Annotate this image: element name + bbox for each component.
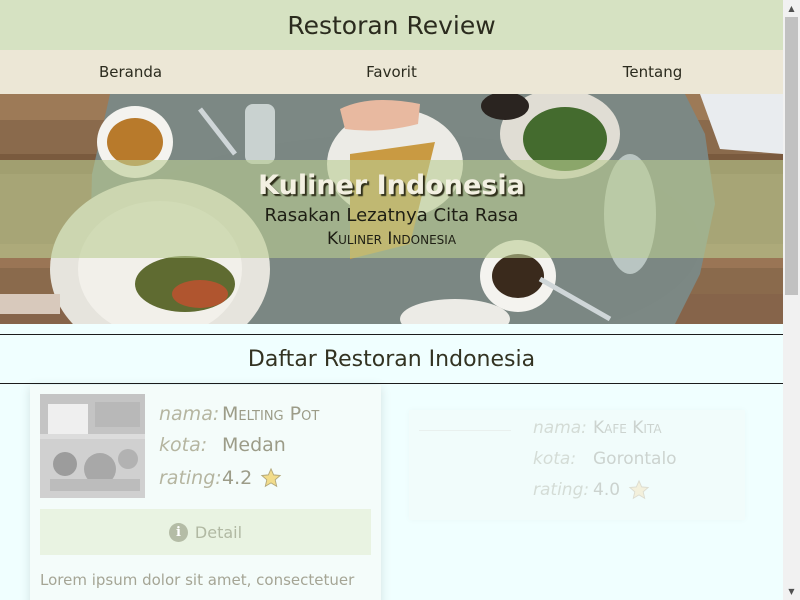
page: Restoran Review Beranda Favorit Tentang xyxy=(0,0,783,600)
detail-button[interactable]: i Detail xyxy=(40,509,371,555)
hero-subtitle: Rasakan Lezatnya Cita Rasa xyxy=(264,204,519,226)
restaurant-card: nama: Kafe Kita kota: Gorontalo rating: … xyxy=(409,410,745,520)
app-title: Restoran Review xyxy=(287,10,496,40)
restaurant-rating-row: rating: 4.2 xyxy=(159,464,282,492)
info-icon: i xyxy=(168,522,188,542)
star-icon xyxy=(260,467,282,488)
restaurant-rating: 4.0 xyxy=(593,480,621,500)
restaurant-city-row: kota: Gorontalo xyxy=(533,447,677,471)
nav-link-beranda[interactable]: Beranda xyxy=(0,50,261,94)
nav-link-tentang[interactable]: Tentang xyxy=(522,50,783,94)
vertical-scrollbar[interactable]: ▲ ▼ xyxy=(783,0,800,600)
hero-caption: Kuliner Indonesia Rasakan Lezatnya Cita … xyxy=(0,160,783,258)
restaurant-name: Melting Pot xyxy=(222,403,320,425)
restaurant-city-row: kota: Medan xyxy=(159,432,286,458)
name-label: nama: xyxy=(159,403,220,425)
rating-label: rating: xyxy=(533,480,590,500)
rating-label: rating: xyxy=(159,467,222,489)
restaurant-city: Gorontalo xyxy=(593,449,677,469)
hero-title: Kuliner Indonesia xyxy=(258,169,525,201)
detail-button-label: Detail xyxy=(194,522,243,542)
restaurant-city: Medan xyxy=(222,434,286,456)
restaurant-thumbnail xyxy=(419,430,511,431)
restaurant-name-row: nama: Melting Pot xyxy=(159,401,319,427)
restaurant-thumbnail xyxy=(40,394,145,498)
name-label: nama: xyxy=(533,418,587,438)
restaurant-name-row: nama: Kafe Kita xyxy=(533,416,662,440)
arrow-down-icon[interactable]: ▼ xyxy=(783,583,800,600)
restaurant-rating: 4.2 xyxy=(222,467,253,489)
restaurant-description: Lorem ipsum dolor sit amet, consectetuer xyxy=(40,571,355,589)
city-label: kota: xyxy=(533,449,577,469)
hero-banner: Kuliner Indonesia Rasakan Lezatnya Cita … xyxy=(0,94,783,324)
restaurant-card: nama: Melting Pot kota: Medan rating: 4.… xyxy=(30,385,381,600)
arrow-up-icon[interactable]: ▲ xyxy=(783,0,800,17)
main-nav: Beranda Favorit Tentang xyxy=(0,50,783,94)
city-label: kota: xyxy=(159,434,208,456)
star-icon xyxy=(628,479,650,500)
restaurant-rating-row: rating: 4.0 xyxy=(533,478,650,502)
nav-link-favorit[interactable]: Favorit xyxy=(261,50,522,94)
scrollbar-thumb[interactable] xyxy=(785,17,798,295)
hero-tagline: Kuliner Indonesia xyxy=(326,228,457,249)
section-title: Daftar Restoran Indonesia xyxy=(0,334,783,384)
app-header: Restoran Review xyxy=(0,0,783,50)
restaurant-name: Kafe Kita xyxy=(593,418,662,438)
